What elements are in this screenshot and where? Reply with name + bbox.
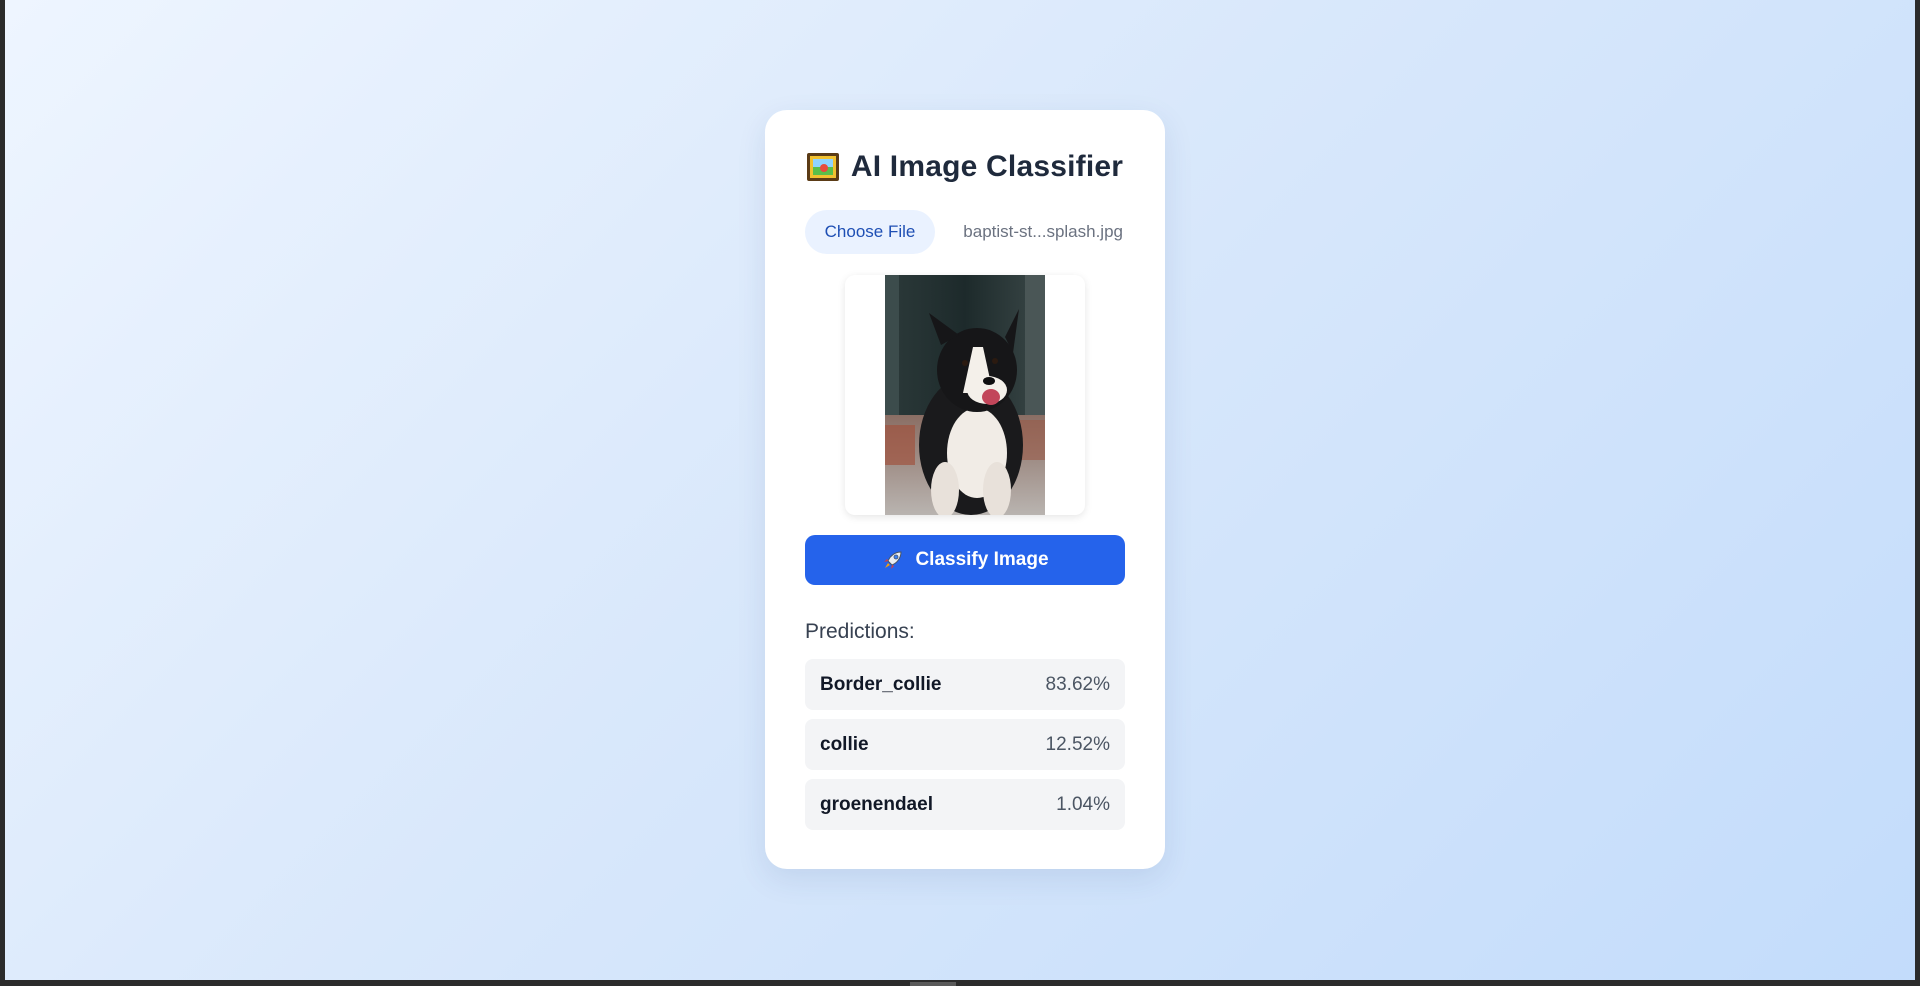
classify-button-label: Classify Image [915, 549, 1049, 570]
app-title: AI Image Classifier [850, 150, 1124, 183]
prediction-label: groenendael [820, 793, 933, 815]
prediction-label: Border_collie [820, 673, 942, 695]
prediction-score: 1.04% [1056, 793, 1110, 815]
choose-file-button[interactable]: Choose File [805, 210, 935, 254]
framed-picture-icon [806, 153, 839, 181]
selected-file-name: baptist-st...splash.jpg [963, 222, 1123, 241]
dog-photo [885, 275, 1045, 515]
page-title: AI Image Classifier [765, 150, 1165, 184]
prediction-row: collie 12.52% [805, 719, 1125, 770]
window-bottom-border [0, 980, 1920, 986]
page-background: AI Image Classifier Choose File baptist-… [5, 0, 1915, 980]
classifier-card: AI Image Classifier Choose File baptist-… [765, 110, 1165, 869]
predictions-list: Border_collie 83.62% collie 12.52% groen… [805, 659, 1125, 839]
rocket-icon [884, 551, 902, 569]
prediction-row: groenendael 1.04% [805, 779, 1125, 830]
classify-image-button[interactable]: Classify Image [805, 535, 1125, 585]
predictions-heading: Predictions: [805, 620, 915, 643]
image-preview [845, 275, 1085, 515]
prediction-score: 83.62% [1045, 673, 1110, 695]
prediction-label: collie [820, 733, 869, 755]
file-input: Choose File baptist-st...splash.jpg [805, 210, 1125, 254]
prediction-row: Border_collie 83.62% [805, 659, 1125, 710]
prediction-score: 12.52% [1045, 733, 1110, 755]
scrollbar-handle[interactable] [910, 982, 956, 986]
